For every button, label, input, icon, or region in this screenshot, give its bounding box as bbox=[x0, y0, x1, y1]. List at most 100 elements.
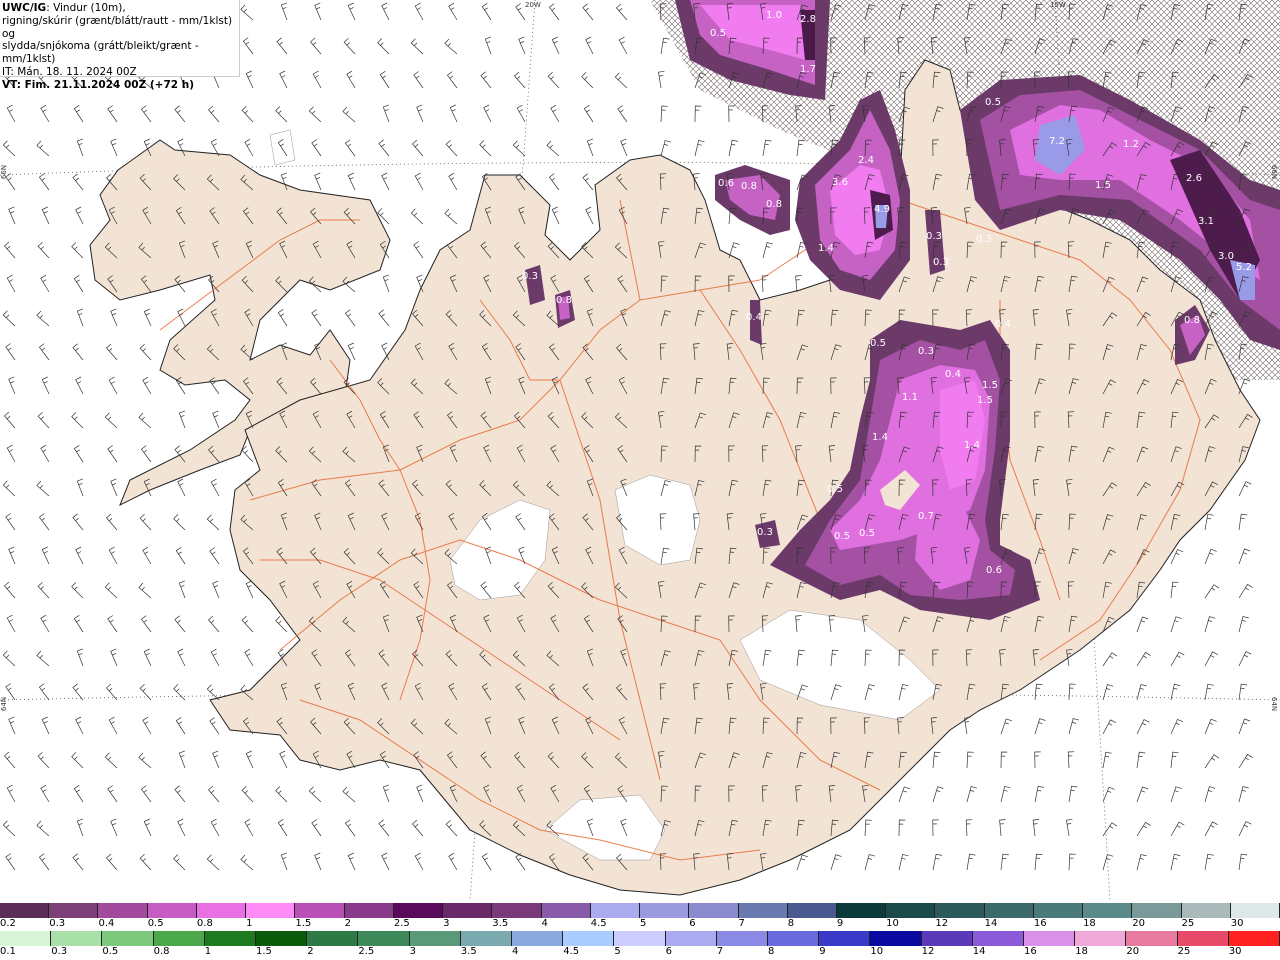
wind-barb bbox=[1034, 751, 1041, 769]
wind-barb bbox=[582, 3, 594, 21]
colorbar-swatch bbox=[1228, 931, 1280, 946]
wind-barb bbox=[1102, 786, 1115, 803]
wind-barb bbox=[932, 786, 944, 803]
wind-barb bbox=[142, 376, 152, 395]
wind-barb bbox=[72, 343, 84, 361]
colorbar-tick-label: 0.3 bbox=[51, 946, 68, 957]
colorbar-tick-label: 2.5 bbox=[358, 946, 375, 957]
wind-barb bbox=[143, 818, 152, 837]
wind-barb bbox=[107, 445, 118, 463]
wind-barb bbox=[138, 752, 152, 769]
precip-value-label: 4.9 bbox=[874, 204, 890, 215]
colorbar-swatch bbox=[358, 931, 410, 946]
colorbar-tick-label: 0.8 bbox=[153, 946, 170, 957]
wind-barb bbox=[38, 853, 50, 871]
colorbar-tick-label: 0.2 bbox=[0, 918, 16, 929]
colorbar-swatch bbox=[295, 903, 345, 918]
wind-barb bbox=[1204, 616, 1216, 633]
wind-barb bbox=[107, 105, 118, 123]
wind-barb bbox=[177, 818, 186, 837]
colorbar-tick-label: 30 bbox=[1230, 918, 1244, 929]
colorbar-swatch bbox=[935, 903, 985, 918]
wind-barb bbox=[551, 36, 560, 55]
colorbar-swatch bbox=[886, 903, 936, 918]
wind-barb bbox=[212, 580, 220, 599]
colorbar-swatch bbox=[1126, 931, 1178, 946]
wind-barb bbox=[1068, 683, 1076, 701]
wind-barb bbox=[1136, 651, 1151, 667]
wind-barb bbox=[616, 3, 628, 21]
wind-barb bbox=[75, 206, 84, 225]
wind-barb bbox=[1170, 853, 1181, 871]
wind-barb bbox=[41, 716, 50, 735]
wind-barb bbox=[382, 784, 390, 803]
wind-barb bbox=[240, 854, 254, 871]
wind-barb bbox=[277, 309, 288, 327]
wind-barb bbox=[347, 2, 356, 21]
wind-barb bbox=[932, 751, 941, 769]
precip-value-label: 0.7 bbox=[918, 511, 934, 522]
colorbar-tick-label: 4.5 bbox=[590, 918, 607, 929]
wind-barb bbox=[694, 139, 705, 157]
precip-value-label: 1.7 bbox=[800, 64, 816, 75]
wind-barb bbox=[449, 104, 458, 123]
wind-barb bbox=[244, 818, 254, 837]
wind-barb bbox=[36, 650, 50, 667]
wind-barb bbox=[344, 309, 356, 327]
wind-barb bbox=[73, 785, 84, 803]
colorbar-tick-label: 18 bbox=[1075, 946, 1088, 957]
precip-value-label: 0.3 bbox=[757, 527, 773, 538]
wind-barb bbox=[585, 206, 594, 225]
wind-barb bbox=[174, 615, 186, 633]
wind-barb bbox=[276, 37, 288, 55]
colorbar-tick-label: 20 bbox=[1126, 946, 1140, 957]
wind-barb bbox=[410, 38, 424, 55]
wind-barb bbox=[1136, 786, 1149, 803]
colorbar-tick-label: 4 bbox=[541, 918, 548, 929]
wind-barb bbox=[314, 172, 322, 191]
wind-barb bbox=[548, 173, 560, 191]
colorbar-swatch bbox=[1177, 931, 1229, 946]
wind-barb bbox=[5, 513, 16, 531]
precip-value-label: 1.5 bbox=[977, 395, 993, 406]
wind-barb bbox=[379, 71, 390, 89]
precip-value-label: 0.5 bbox=[827, 484, 843, 495]
colorbar-tick-label: 12 bbox=[935, 918, 949, 929]
colorbar-tick-label: 6 bbox=[665, 946, 672, 957]
wind-barb bbox=[1102, 751, 1112, 769]
colorbar-tick-label: 7 bbox=[738, 918, 745, 929]
wind-barb bbox=[104, 582, 118, 599]
wind-barb bbox=[378, 819, 390, 837]
precip-value-label: 0.8 bbox=[556, 295, 572, 306]
wind-barb bbox=[241, 615, 254, 633]
wind-barb bbox=[1204, 718, 1217, 735]
wind-barb bbox=[550, 104, 560, 123]
colorbar-swatch bbox=[1075, 931, 1127, 946]
wind-barb bbox=[40, 444, 50, 463]
wind-barb bbox=[76, 138, 84, 157]
wind-barb bbox=[206, 854, 220, 871]
wind-barb bbox=[75, 546, 84, 565]
wind-barb bbox=[378, 309, 390, 327]
wind-barb bbox=[5, 853, 16, 871]
wind-barb bbox=[796, 854, 809, 871]
wind-barb bbox=[1204, 821, 1218, 837]
colorbar-tick-label: 25 bbox=[1177, 946, 1191, 957]
wind-barb bbox=[413, 71, 424, 89]
wind-barb bbox=[585, 36, 594, 55]
wind-barb bbox=[762, 139, 772, 157]
wind-barb bbox=[518, 36, 526, 55]
colorbar-swatch bbox=[512, 931, 564, 946]
wind-barb bbox=[618, 36, 628, 55]
wind-barb bbox=[314, 852, 322, 871]
colorbar-tick-label: 1 bbox=[204, 946, 212, 957]
wind-barb bbox=[4, 241, 16, 259]
colorbar-swatch bbox=[492, 903, 542, 918]
wind-barb bbox=[1204, 786, 1216, 803]
precip-value-label: 0.5 bbox=[710, 28, 726, 39]
wind-barb bbox=[1034, 683, 1043, 701]
wind-barb bbox=[108, 716, 118, 735]
wind-barb bbox=[245, 580, 254, 599]
wind-barb bbox=[72, 173, 84, 191]
wind-barb bbox=[143, 308, 152, 327]
